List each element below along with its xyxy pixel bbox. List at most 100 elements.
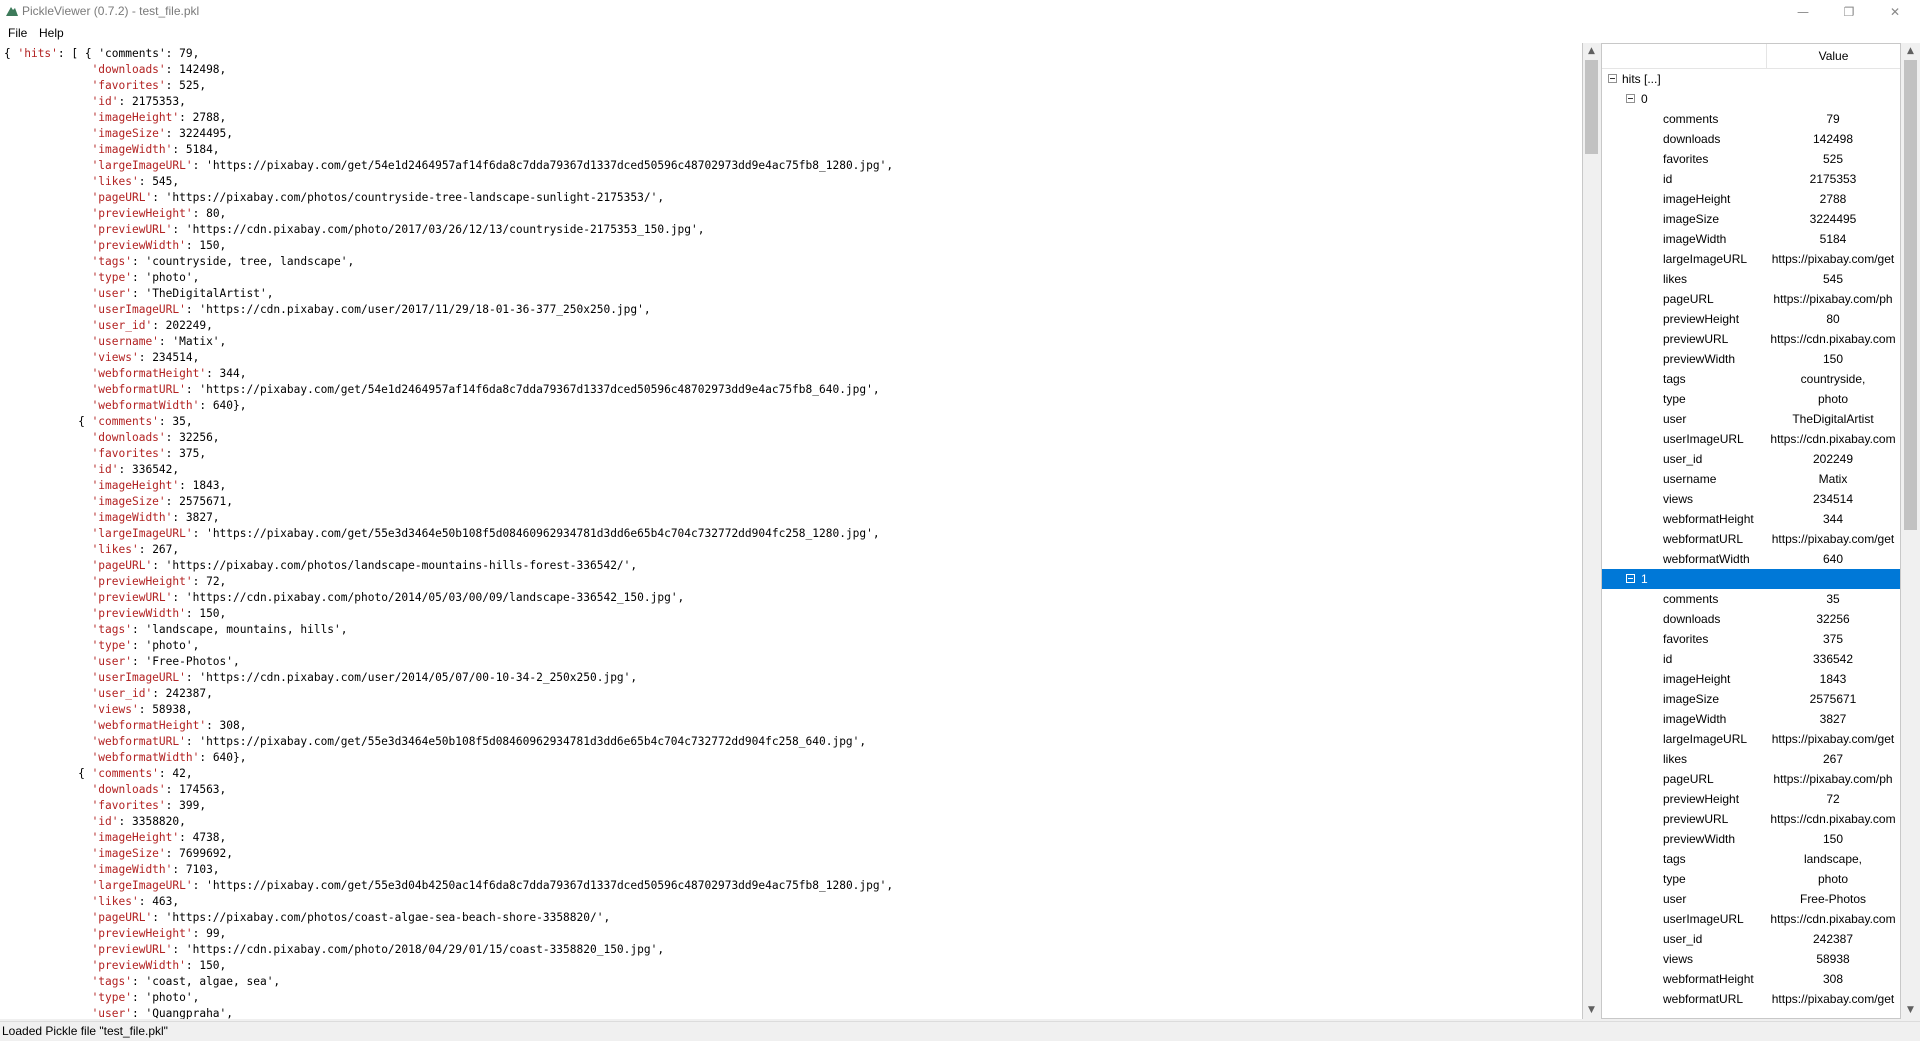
code-line: 'type': 'photo', [4,638,200,654]
tree-row[interactable]: tags countryside, [1602,369,1900,389]
code-line: 'id': 2175353, [4,94,186,110]
tree-row[interactable]: tags landscape, [1602,849,1900,869]
code-value: : 'countryside, tree, landscape', [131,255,355,268]
tree-row[interactable]: imageWidth 5184 [1602,229,1900,249]
tree-row[interactable]: downloads 32256 [1602,609,1900,629]
tree-value: landscape, [1803,852,1863,866]
scroll-up-arrow-icon[interactable]: ▲ [1902,43,1919,60]
code-key-string: 'imageHeight' [91,111,180,124]
tree-row[interactable]: likes 267 [1602,749,1900,769]
tree-row[interactable]: userImageURL https://cdn.pixabay.com [1602,429,1900,449]
code-value: : 3827, [172,511,220,524]
collapse-icon[interactable] [1608,74,1617,83]
tree-row[interactable]: largeImageURL https://pixabay.com/get [1602,729,1900,749]
tree-key: id [1663,652,1673,666]
tree-value: 150 [1822,832,1844,846]
scroll-down-arrow-icon[interactable]: ▼ [1583,1002,1600,1019]
pickle-text-view[interactable]: { 'hits': [ { 'comments': 79, 'downloads… [0,43,1583,1019]
tree-value: https://pixabay.com/get [1771,252,1895,266]
tree-row[interactable]: user TheDigitalArtist [1602,409,1900,429]
code-key-string: 'type' [91,991,132,1004]
code-value: : 2575671, [165,495,234,508]
tree-value: 80 [1826,312,1840,326]
tree-row[interactable]: type photo [1602,869,1900,889]
scrollbar-thumb[interactable] [1904,60,1917,530]
tree-value: 1843 [1819,672,1847,686]
tree-row[interactable]: favorites 375 [1602,629,1900,649]
tree-row[interactable]: imageHeight 2788 [1602,189,1900,209]
tree-row[interactable]: views 234514 [1602,489,1900,509]
tree-row[interactable]: previewWidth 150 [1602,349,1900,369]
tree-row[interactable]: previewHeight 72 [1602,789,1900,809]
code-value: : 'https://pixabay.com/get/55e3d3464e50b… [185,735,867,748]
value-column-header[interactable]: Value [1767,49,1900,63]
code-line: 'previewWidth': 150, [4,606,227,622]
tree-row[interactable]: largeImageURL https://pixabay.com/get [1602,249,1900,269]
tree-row[interactable]: favorites 525 [1602,149,1900,169]
tree-row[interactable]: pageURL https://pixabay.com/ph [1602,769,1900,789]
text-view-scrollbar[interactable]: ▲ ▼ [1583,43,1600,1019]
scroll-up-arrow-icon[interactable]: ▲ [1583,43,1600,60]
collapse-icon[interactable] [1626,94,1635,103]
tree-row[interactable]: views 58938 [1602,949,1900,969]
code-key-string: 'user_id' [91,319,153,332]
tree-row[interactable]: previewURL https://cdn.pixabay.com [1602,809,1900,829]
tree-value: 32256 [1816,612,1850,626]
tree-row[interactable]: user_id 202249 [1602,449,1900,469]
tree-row[interactable]: imageHeight 1843 [1602,669,1900,689]
code-value: : 545, [138,175,180,188]
tree-node-1[interactable]: 1 [1602,569,1900,589]
tree-row[interactable]: webformatHeight 308 [1602,969,1900,989]
tree-row[interactable]: userImageURL https://cdn.pixabay.com [1602,909,1900,929]
tree-node-hits[interactable]: hits [...] [1602,69,1900,89]
menu-file[interactable]: File [8,26,27,40]
tree-row[interactable]: previewURL https://cdn.pixabay.com [1602,329,1900,349]
tree-row[interactable]: pageURL https://pixabay.com/ph [1602,289,1900,309]
collapse-icon[interactable] [1626,574,1635,583]
tree-view-scrollbar[interactable]: ▲ ▼ [1902,43,1919,1019]
tree-row[interactable]: comments 79 [1602,109,1900,129]
tree-key: imageHeight [1663,672,1731,686]
tree-row[interactable]: webformatURL https://pixabay.com/get [1602,989,1900,1009]
tree-row[interactable]: webformatURL https://pixabay.com/get [1602,529,1900,549]
tree-row[interactable]: type photo [1602,389,1900,409]
scroll-down-arrow-icon[interactable]: ▼ [1902,1002,1919,1019]
tree-row[interactable]: likes 545 [1602,269,1900,289]
tree-row[interactable]: webformatHeight 344 [1602,509,1900,529]
tree-row[interactable]: previewWidth 150 [1602,829,1900,849]
tree-row[interactable]: id 336542 [1602,649,1900,669]
tree-row[interactable]: user_id 242387 [1602,929,1900,949]
tree-key: views [1663,492,1694,506]
code-line: 'previewURL': 'https://cdn.pixabay.com/p… [4,942,665,958]
tree-row[interactable]: imageSize 2575671 [1602,689,1900,709]
tree-row[interactable]: comments 35 [1602,589,1900,609]
tree-row[interactable]: previewHeight 80 [1602,309,1900,329]
close-button[interactable]: ✕ [1872,0,1918,24]
tree-row[interactable]: webformatWidth 640 [1602,549,1900,569]
menu-help[interactable]: Help [39,26,64,40]
tree-value: 640 [1822,552,1844,566]
pickle-tree-view[interactable]: Value hits [...] 0 comments 79 downloads 1424… [1601,43,1901,1019]
code-line: 'pageURL': 'https://pixabay.com/photos/c… [4,190,665,206]
tree-row[interactable]: id 2175353 [1602,169,1900,189]
scrollbar-thumb[interactable] [1585,60,1598,154]
code-key-string: 'largeImageURL' [91,879,193,892]
code-value: : 640}, [199,751,247,764]
tree-value: https://pixabay.com/get [1771,532,1895,546]
tree-row[interactable]: imageSize 3224495 [1602,209,1900,229]
tree-row[interactable]: username Matix [1602,469,1900,489]
tree-row[interactable]: imageWidth 3827 [1602,709,1900,729]
maximize-button[interactable]: ❐ [1826,0,1872,24]
minimize-button[interactable]: — [1780,0,1826,24]
tree-node-0[interactable]: 0 [1602,89,1900,109]
tree-row[interactable]: user Free-Photos [1602,889,1900,909]
tree-row[interactable]: downloads 142498 [1602,129,1900,149]
